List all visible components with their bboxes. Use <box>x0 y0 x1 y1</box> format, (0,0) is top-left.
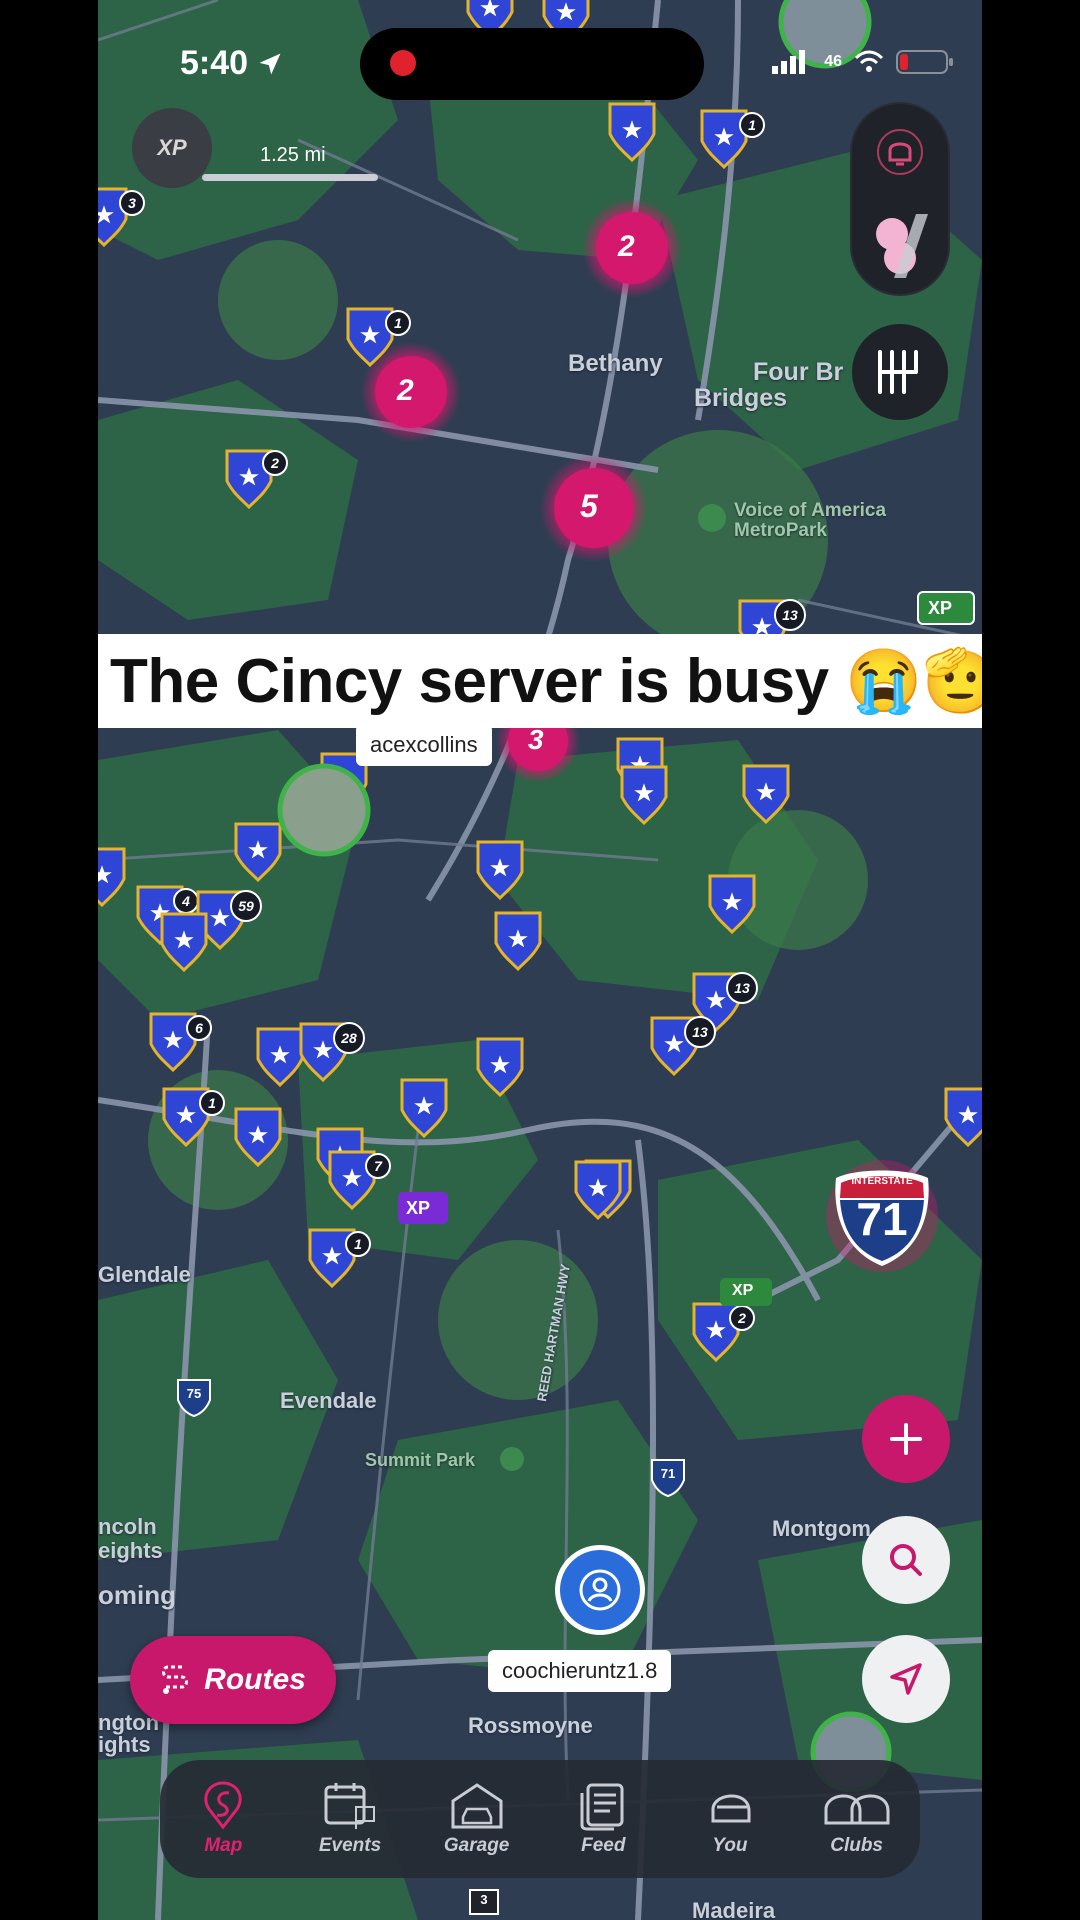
cluster-count[interactable]: 5 <box>580 488 598 525</box>
cluster-count[interactable]: 2 <box>397 374 414 408</box>
tab-label: Garage <box>443 1835 510 1856</box>
pink-helmet-icon <box>876 214 928 278</box>
small-shield-label: 3 <box>480 1892 488 1907</box>
xp-badge-label[interactable]: XP <box>406 1198 430 1219</box>
helmets-group-icon <box>824 1794 890 1825</box>
pin-count: 2 <box>270 455 279 471</box>
map-canvas[interactable]: 3112134 5962813131712 <box>98 0 982 1920</box>
routes-button[interactable]: Routes <box>130 1636 336 1724</box>
bell-icon <box>877 129 923 175</box>
calendar-flag-icon <box>324 1783 375 1829</box>
status-time: 5:40 <box>180 44 284 83</box>
place-label: Glendale <box>98 1262 191 1287</box>
network-badge: 46 <box>824 53 842 70</box>
place-label: Summit Park <box>365 1450 476 1470</box>
place-label: Bethany <box>568 350 663 377</box>
user-tag[interactable]: acexcollins <box>356 724 492 766</box>
pin-count: 13 <box>782 607 798 623</box>
plus-icon <box>890 1423 922 1455</box>
tab-clubs[interactable]: Clubs <box>802 1781 912 1857</box>
place-label: Rossmoyne <box>468 1713 593 1738</box>
pin-count: 7 <box>374 1158 383 1174</box>
pin-count: 6 <box>195 1020 203 1036</box>
user-tag[interactable]: coochieruntz1.8 <box>488 1650 672 1692</box>
map-pin-icon <box>204 1781 242 1830</box>
pin-count: 1 <box>748 117 756 133</box>
tab-map[interactable]: Map <box>168 1781 278 1857</box>
place-label: Bridges <box>694 384 788 412</box>
place-label: ights <box>98 1732 151 1757</box>
pin-count: 1 <box>394 315 402 331</box>
caption-text: The Cincy server is busy 😭🫡 <box>110 646 982 716</box>
user-location-avatar[interactable] <box>560 1550 640 1630</box>
place-label: Voice of America <box>734 500 887 521</box>
pin-count: 59 <box>238 898 254 914</box>
phone-screen: 3 1 1 2 13 4 59 6 28 13 13 1 7 1 2 Betha… <box>98 0 982 1920</box>
status-time-text: 5:40 <box>180 44 249 82</box>
tab-label: Map <box>204 1835 243 1856</box>
navigate-button[interactable] <box>862 1635 950 1723</box>
tab-label: Clubs <box>830 1835 883 1856</box>
pin-count: 13 <box>692 1024 708 1040</box>
place-label: eights <box>98 1538 163 1563</box>
xp-badge-label[interactable]: XP <box>928 598 952 619</box>
wifi-icon <box>854 50 884 72</box>
place-label: Four Br <box>753 358 844 386</box>
place-label: oming <box>98 1580 176 1610</box>
pin-count: 13 <box>734 980 750 996</box>
pin-count: 2 <box>737 1310 746 1326</box>
dynamic-island <box>360 28 704 100</box>
interstate-shield-top: INTERSTATE <box>851 1176 913 1187</box>
tab-events[interactable]: Events <box>295 1781 405 1857</box>
pin-count: 28 <box>340 1030 357 1046</box>
bottom-tab-bar: Map Events Garage Feed You Clubs <box>160 1760 920 1878</box>
right-control-pill <box>852 104 948 294</box>
pin-count: 4 <box>181 893 190 909</box>
cluster-count[interactable]: 3 <box>528 724 544 756</box>
navigation-arrow-icon <box>890 1663 922 1695</box>
xp-badge-label[interactable]: XP <box>732 1282 753 1300</box>
place-label: ncoln <box>98 1514 157 1539</box>
tab-you[interactable]: You <box>675 1781 785 1857</box>
interstate-shield-number: 71 <box>856 1193 908 1245</box>
pin-count: 3 <box>128 195 136 211</box>
search-icon <box>890 1544 922 1576</box>
routes-label: Routes <box>204 1663 306 1696</box>
add-button[interactable] <box>862 1395 950 1483</box>
tab-feed[interactable]: Feed <box>548 1781 658 1857</box>
battery-low-icon <box>896 50 953 74</box>
helmet-icon <box>711 1794 751 1823</box>
location-arrow-icon <box>259 53 281 74</box>
recording-dot-icon <box>390 50 416 76</box>
route-icon <box>162 1665 189 1694</box>
tab-garage[interactable]: Garage <box>422 1781 532 1857</box>
small-shield-label: 75 <box>186 1386 202 1401</box>
caption-banner: The Cincy server is busy 😭🫡 <box>98 634 982 728</box>
helmet-toggle-button[interactable] <box>866 204 934 284</box>
gear-shift-button[interactable] <box>852 324 948 420</box>
pin-count: 1 <box>354 1236 362 1252</box>
signal-icon <box>772 50 806 74</box>
search-button[interactable] <box>862 1516 950 1604</box>
garage-icon <box>451 1783 503 1829</box>
alert-bell-button[interactable] <box>866 118 934 186</box>
map-scale-label: 1.25 mi <box>260 144 326 166</box>
status-indicators: 46 <box>772 48 954 76</box>
tab-label: Feed <box>581 1835 626 1856</box>
place-label: Montgom <box>772 1516 871 1541</box>
cluster-count[interactable]: 2 <box>618 230 635 264</box>
place-label: Evendale <box>280 1388 377 1413</box>
xp-button[interactable]: XP <box>132 108 212 188</box>
person-icon <box>579 1569 621 1611</box>
tab-label: Events <box>318 1835 382 1856</box>
place-label: MetroPark <box>734 520 827 541</box>
place-label: Madeira <box>692 1898 776 1920</box>
feed-icon <box>580 1783 624 1831</box>
tab-label: You <box>712 1835 748 1856</box>
pin-count: 1 <box>208 1095 216 1111</box>
small-shield-label: 71 <box>660 1466 676 1481</box>
map-scale-bar <box>202 174 378 181</box>
gear-shift-icon <box>878 350 918 394</box>
